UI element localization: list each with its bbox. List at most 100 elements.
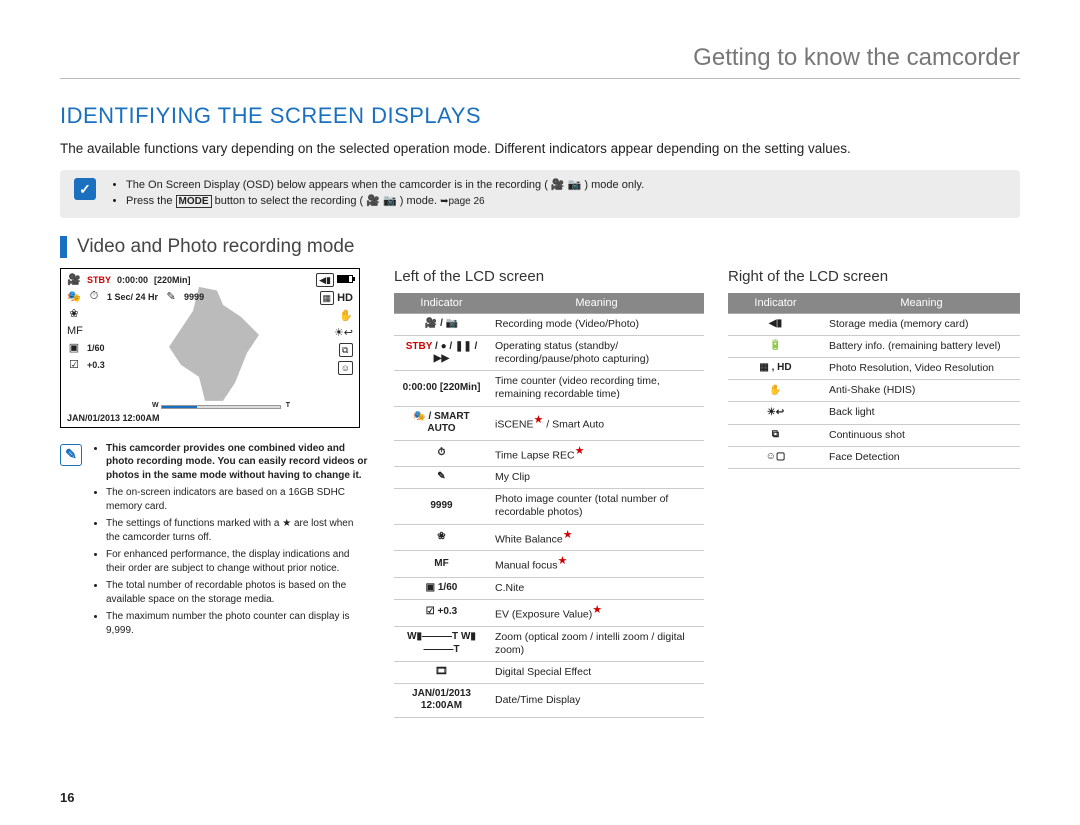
table-row: ✎My Clip [394, 467, 704, 489]
meaning-cell: Zoom (optical zoom / intelli zoom / digi… [489, 626, 704, 661]
meaning-cell: iSCENE★ / Smart Auto [489, 406, 704, 440]
left-indicator-table: Indicator Meaning 🎥 / 📷Recording mode (V… [394, 293, 704, 718]
top-note-list: The On Screen Display (OSD) below appear… [110, 178, 644, 210]
table-row: 🎥 / 📷Recording mode (Video/Photo) [394, 313, 704, 335]
meaning-cell: Manual focus★ [489, 551, 704, 578]
table-row: ⏱Time Lapse REC★ [394, 440, 704, 467]
table-row: ⧉Continuous shot [728, 424, 1020, 446]
table-row: ☀↩Back light [728, 402, 1020, 424]
section-heading: Video and Photo recording mode [60, 236, 1020, 258]
zoom-bar [161, 405, 281, 409]
meaning-cell: EV (Exposure Value)★ [489, 599, 704, 626]
meaning-cell: Continuous shot [823, 424, 1020, 446]
left-note-item: For enhanced performance, the display in… [106, 548, 370, 575]
stby-label: STBY [87, 275, 111, 285]
th-indicator: Indicator [728, 293, 823, 314]
left-notes-box: ✎ This camcorder provides one combined v… [60, 442, 370, 642]
indicator-cell: ⧉ [728, 424, 823, 446]
indicator-cell: 🔋 [728, 336, 823, 358]
meaning-cell: Storage media (memory card) [823, 313, 1020, 335]
page-title: IDENTIFIYING THE SCREEN DISPLAYS [60, 103, 1020, 129]
ev-val: +0.3 [87, 360, 105, 370]
video-icon: 🎥 [67, 273, 81, 286]
left-note-item: The total number of recordable photos is… [106, 579, 370, 606]
indicator-cell: ✋ [728, 380, 823, 402]
meaning-cell: Face Detection [823, 446, 1020, 468]
th-meaning: Meaning [489, 293, 704, 314]
table-row: W▮———T W▮———TZoom (optical zoom / intell… [394, 626, 704, 661]
indicator-cell: ▣ 1/60 [394, 577, 489, 599]
datetime-label: JAN/01/2013 12:00AM [67, 413, 160, 423]
meaning-cell: Photo image counter (total number of rec… [489, 489, 704, 524]
indicator-cell: 🎭 / SMART AUTO [394, 406, 489, 440]
photo-count: 9999 [184, 292, 204, 302]
cnite-val: 1/60 [87, 343, 105, 353]
lcd-mock: 🎥 STBY 0:00:00 [220Min] 🎭 ⏱ 1 Sec/ 24 Hr… [60, 268, 360, 428]
top-note-item: The On Screen Display (OSD) below appear… [126, 178, 644, 194]
right-indicator-table: Indicator Meaning ◀▮Storage media (memor… [728, 293, 1020, 469]
time-counter: 0:00:00 [117, 275, 148, 285]
indicator-cell: JAN/01/2013 12:00AM [394, 683, 489, 717]
table-row: 🎭 / SMART AUTOiSCENE★ / Smart Auto [394, 406, 704, 440]
table-row: 0:00:00 [220Min]Time counter (video reco… [394, 371, 704, 406]
time-remain: [220Min] [154, 275, 191, 285]
table-row: ◀▮Storage media (memory card) [728, 313, 1020, 335]
meaning-cell: My Clip [489, 467, 704, 489]
table-row: ☑ +0.3EV (Exposure Value)★ [394, 599, 704, 626]
table-row: ▦ , HDPhoto Resolution, Video Resolution [728, 358, 1020, 380]
meaning-cell: Anti-Shake (HDIS) [823, 380, 1020, 402]
timelapse-icon: ⏱ [87, 290, 101, 303]
resolution-icon: ▦ [320, 291, 335, 305]
indicator-cell: MF [394, 551, 489, 578]
myclip-icon: ✎ [164, 290, 178, 303]
indicator-cell: 9999 [394, 489, 489, 524]
meaning-cell: Battery info. (remaining battery level) [823, 336, 1020, 358]
left-note-item: The settings of functions marked with a … [106, 517, 370, 544]
table-row: MFManual focus★ [394, 551, 704, 578]
meaning-cell: Operating status (standby/ recording/pau… [489, 336, 704, 371]
indicator-cell: W▮———T W▮———T [394, 626, 489, 661]
indicator-cell: ✎ [394, 467, 489, 489]
iscene-icon: 🎭 [67, 290, 81, 303]
table-row: ❀White Balance★ [394, 524, 704, 551]
left-note-item: The maximum number the photo counter can… [106, 610, 370, 637]
meaning-cell: Photo Resolution, Video Resolution [823, 358, 1020, 380]
th-indicator: Indicator [394, 293, 489, 314]
indicator-cell: 🎞 [394, 661, 489, 683]
indicator-cell: ▦ , HD [728, 358, 823, 380]
face-icon: ☺ [338, 361, 353, 375]
meaning-cell: Time Lapse REC★ [489, 440, 704, 467]
left-note-item: This camcorder provides one combined vid… [106, 442, 370, 483]
battery-icon [337, 275, 353, 283]
page-number: 16 [60, 790, 74, 805]
hdis-icon: ✋ [339, 310, 353, 322]
table-row: ▣ 1/60C.Nite [394, 577, 704, 599]
mf-icon: MF [67, 325, 81, 337]
continuous-icon: ⧉ [339, 343, 353, 357]
intro-text: The available functions vary depending o… [60, 141, 1020, 156]
table-row: 9999Photo image counter (total number of… [394, 489, 704, 524]
interval-label: 1 Sec/ 24 Hr [107, 292, 158, 302]
meaning-cell: Date/Time Display [489, 683, 704, 717]
table-row: JAN/01/2013 12:00AMDate/Time Display [394, 683, 704, 717]
meaning-cell: Time counter (video recording time, rema… [489, 371, 704, 406]
table-row: 🎞Digital Special Effect [394, 661, 704, 683]
indicator-cell: ☑ +0.3 [394, 599, 489, 626]
meaning-cell: Digital Special Effect [489, 661, 704, 683]
meaning-cell: Recording mode (Video/Photo) [489, 313, 704, 335]
indicator-cell: 🎥 / 📷 [394, 313, 489, 335]
left-table-heading: Left of the LCD screen [394, 268, 704, 285]
indicator-cell: STBY / ● / ❚❚ / ▶▶ [394, 336, 489, 371]
table-row: ☺▢Face Detection [728, 446, 1020, 468]
table-row: STBY / ● / ❚❚ / ▶▶Operating status (stan… [394, 336, 704, 371]
meaning-cell: C.Nite [489, 577, 704, 599]
indicator-cell: ❀ [394, 524, 489, 551]
check-icon: ✓ [74, 178, 96, 200]
card-icon: ◀▮ [316, 273, 334, 287]
left-note-item: The on-screen indicators are based on a … [106, 486, 370, 513]
indicator-cell: 0:00:00 [220Min] [394, 371, 489, 406]
indicator-cell: ☺▢ [728, 446, 823, 468]
th-meaning: Meaning [823, 293, 1020, 314]
backlight-icon: ☀↩ [334, 327, 353, 339]
table-row: 🔋Battery info. (remaining battery level) [728, 336, 1020, 358]
